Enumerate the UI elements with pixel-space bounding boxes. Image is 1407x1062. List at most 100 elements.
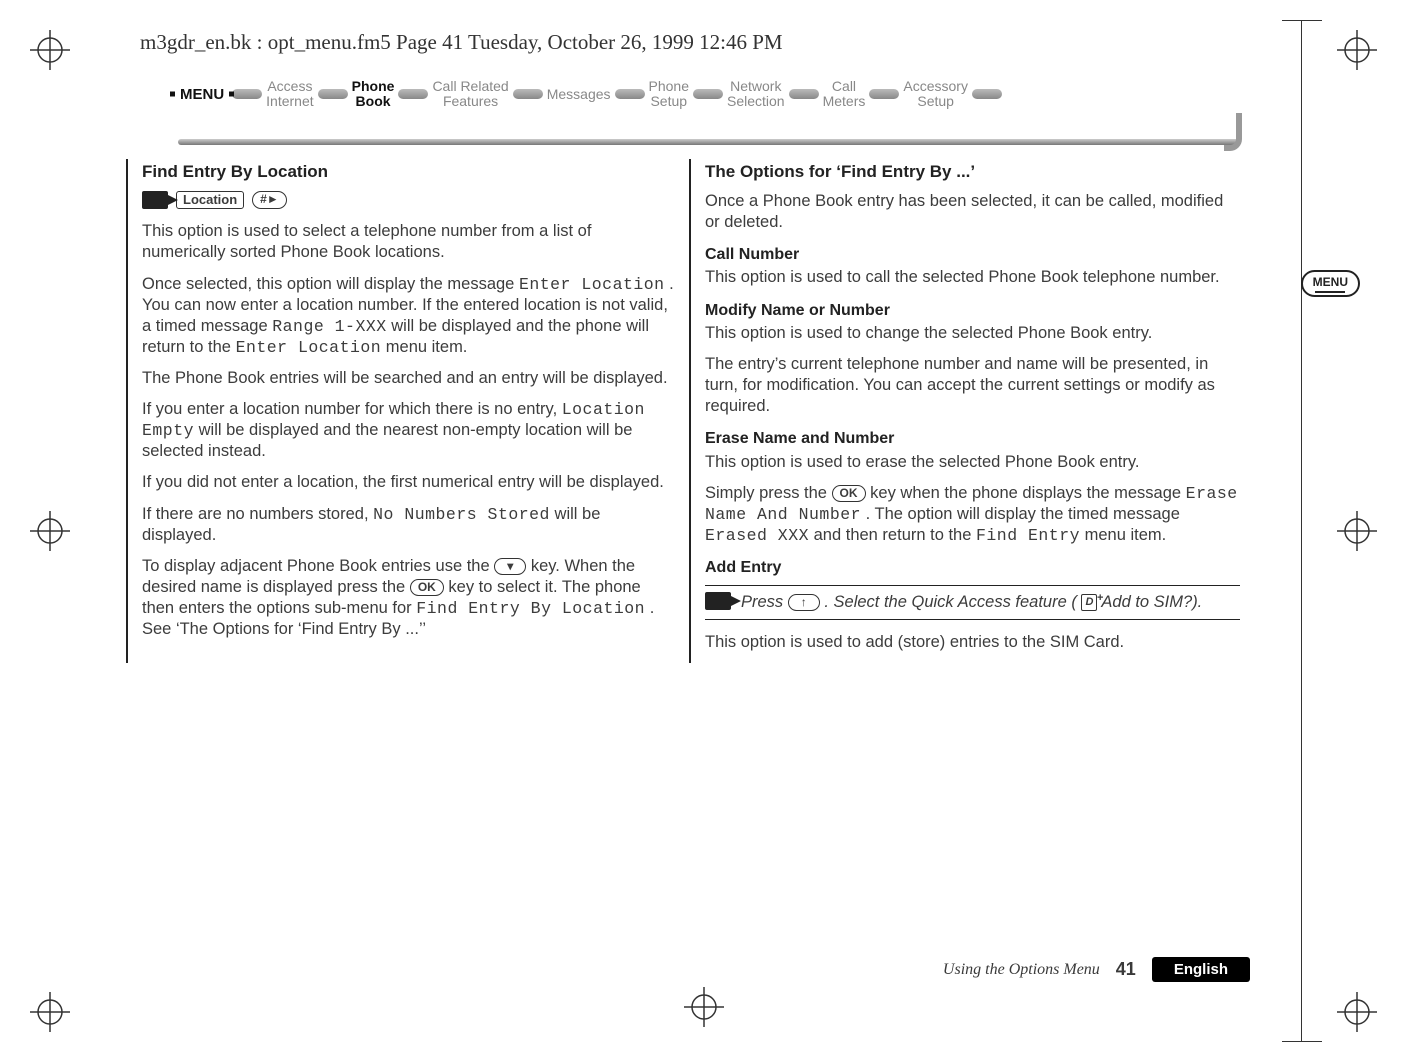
body-text: This option is used to change the select… [705, 323, 1240, 344]
ribbon-item-phone-setup: Phone Setup [649, 79, 689, 110]
ribbon-item-accessory-setup: Accessory Setup [903, 79, 968, 110]
ribbon-item-call-related: Call Related Features [432, 79, 508, 110]
ribbon-connector [513, 89, 543, 99]
ribbon-connector [318, 89, 348, 99]
subheading-modify: Modify Name or Number [705, 301, 1240, 321]
text-run: Add to SIM?). [1101, 593, 1202, 611]
text-run: key when the phone displays the message [870, 484, 1186, 502]
text-run: and then return to the [814, 526, 976, 544]
shortcut-location-box: Location [176, 191, 244, 210]
body-text: If you did not enter a location, the fir… [142, 472, 677, 493]
subheading-erase: Erase Name and Number [705, 429, 1240, 449]
ribbon-item-line2: Features [432, 94, 508, 109]
subheading-add-entry: Add Entry [705, 558, 1240, 578]
crop-mark [1282, 1041, 1322, 1042]
body-text: This option is used to select a telephon… [142, 221, 677, 263]
hash-key-icon: #► [252, 191, 287, 208]
text-run: will be displayed and the nearest non-em… [142, 421, 632, 460]
subheading-call-number: Call Number [705, 245, 1240, 265]
footer-section-name: Using the Options Menu [943, 961, 1100, 979]
ribbon-connector [869, 89, 899, 99]
left-column: Find Entry By Location Location #► This … [126, 159, 677, 663]
lcd-text: Erased XXX [705, 526, 809, 545]
body-text: To display adjacent Phone Book entries u… [142, 556, 677, 640]
lcd-text: Enter Location [236, 338, 382, 357]
text-run: . Select the Quick Access feature ( [824, 593, 1077, 611]
ribbon-item-line2: Internet [266, 94, 313, 109]
text-run: Once selected, this option will display … [142, 275, 519, 293]
body-text: The entry’s current telephone number and… [705, 354, 1240, 417]
aside-menu-tab: MENU [1301, 270, 1360, 297]
ribbon-underline [178, 139, 1240, 145]
tip-box: Press ↑ . Select the Quick Access featur… [705, 585, 1240, 620]
menu-ribbon: MENU Access Internet Phone Book Call Rel… [140, 79, 1240, 137]
text-run: If there are no numbers stored, [142, 505, 373, 523]
text-run: To display adjacent Phone Book entries u… [142, 557, 494, 575]
ribbon-item-line2: Book [352, 94, 395, 109]
ribbon-item-line2: Meters [823, 94, 866, 109]
quick-access-icon: D [1081, 594, 1097, 610]
body-text: If you enter a location number for which… [142, 399, 677, 462]
footer-language-pill: English [1152, 957, 1250, 982]
text-run: If you enter a location number for which… [142, 400, 562, 418]
ribbon-item-line1: Messages [547, 87, 611, 102]
ribbon-connector [615, 89, 645, 99]
lcd-text: Range 1-XXX [272, 317, 386, 336]
text-run: Simply press the [705, 484, 832, 502]
ribbon-item-line1: Call [823, 79, 866, 94]
section-title-find-by-location: Find Entry By Location [128, 161, 677, 183]
body-text: Once selected, this option will display … [142, 274, 677, 358]
menu-label: MENU [180, 86, 224, 103]
ribbon-item-line1: Phone [352, 79, 395, 94]
registration-mark [1337, 511, 1377, 551]
lcd-text: No Numbers Stored [373, 505, 550, 524]
aside-menu-label: MENU [1313, 275, 1348, 289]
ribbon-item-line2: Selection [727, 94, 785, 109]
body-text: Simply press the OK key when the phone d… [705, 483, 1240, 546]
ribbon-item-line2: Setup [903, 94, 968, 109]
ribbon-item-call-meters: Call Meters [823, 79, 866, 110]
registration-mark [30, 511, 70, 551]
text-run: Press [741, 593, 788, 611]
lcd-text: Find Entry By Location [416, 599, 645, 618]
ribbon-connector [789, 89, 819, 99]
ribbon-item-line2: Setup [649, 94, 689, 109]
crop-mark [1301, 20, 1302, 1042]
ribbon-connector [232, 89, 262, 99]
ok-key-icon: OK [832, 485, 866, 502]
ribbon-item-line1: Call Related [432, 79, 508, 94]
ribbon-item-line1: Accessory [903, 79, 968, 94]
shortcut-arrow-icon [705, 592, 731, 610]
ribbon-item-network-selection: Network Selection [727, 79, 785, 110]
right-column: The Options for ‘Find Entry By ...’ Once… [689, 159, 1240, 663]
ribbon-item-messages: Messages [547, 87, 611, 102]
ribbon-item-phone-book: Phone Book [352, 79, 395, 110]
registration-mark [30, 992, 70, 1032]
running-header: m3gdr_en.bk : opt_menu.fm5 Page 41 Tuesd… [140, 30, 1260, 55]
text-run: menu item. [1085, 526, 1167, 544]
registration-mark [1337, 992, 1377, 1032]
ribbon-item-access-internet: Access Internet [266, 79, 313, 110]
shortcut-row: Location #► [142, 191, 677, 210]
body-text: This option is used to call the selected… [705, 267, 1240, 288]
registration-mark [1337, 30, 1377, 70]
ribbon-item-line1: Network [727, 79, 785, 94]
aside-menu-bar-icon [1315, 291, 1345, 293]
footer-page-number: 41 [1116, 959, 1136, 980]
ribbon-item-line1: Phone [649, 79, 689, 94]
body-text: This option is used to erase the selecte… [705, 452, 1240, 473]
body-text: If there are no numbers stored, No Numbe… [142, 504, 677, 546]
ribbon-connector [693, 89, 723, 99]
registration-mark [30, 30, 70, 70]
ok-key-icon: OK [410, 579, 444, 596]
lcd-text: Find Entry [976, 526, 1080, 545]
text-run: . The option will display the timed mess… [866, 505, 1180, 523]
shortcut-arrow-icon [142, 191, 168, 209]
ribbon-connector [398, 89, 428, 99]
section-title-options: The Options for ‘Find Entry By ...’ [691, 161, 1240, 183]
body-text: The Phone Book entries will be searched … [142, 368, 677, 389]
ribbon-connector [972, 89, 1002, 99]
crop-mark [1282, 20, 1322, 21]
body-text: This option is used to add (store) entri… [705, 632, 1240, 653]
down-key-icon: ▾ [494, 558, 526, 575]
